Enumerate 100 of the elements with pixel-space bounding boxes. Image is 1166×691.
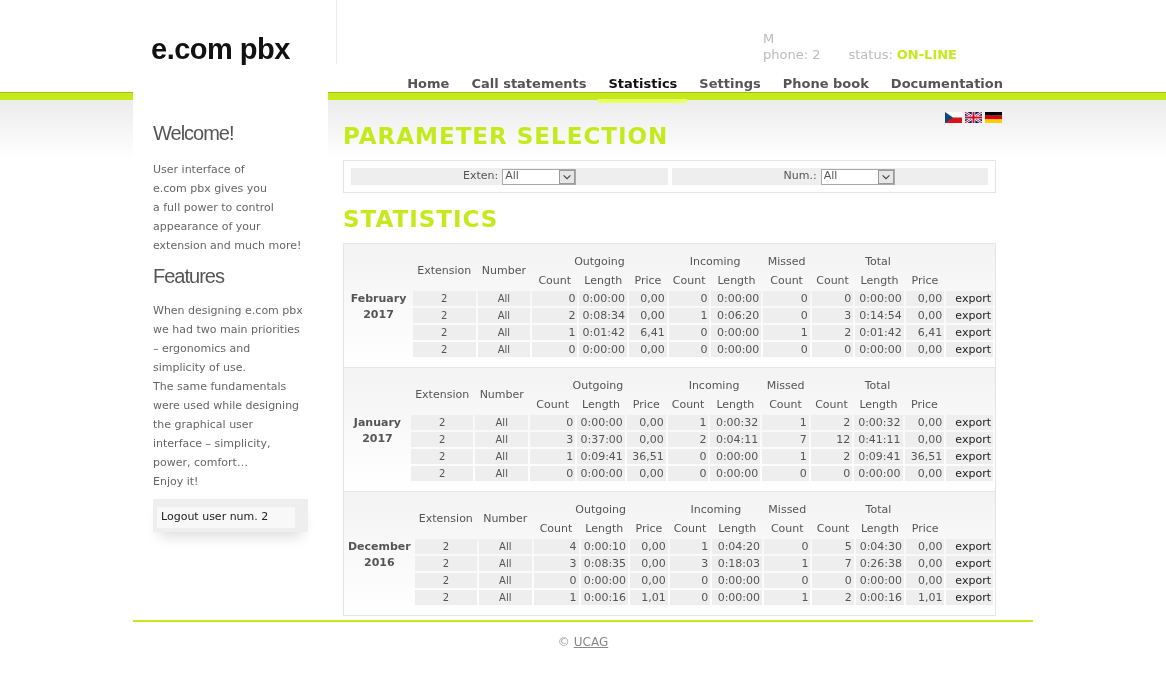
table-cell: 2 (414, 539, 478, 554)
table-cell: 3 (669, 556, 711, 571)
column-header: Count (672, 273, 706, 287)
section-heading: STATISTICS (343, 205, 500, 233)
copyright-symbol: © (557, 634, 570, 651)
table-cell: 6,41 (629, 325, 667, 340)
table-cell: 0:00:00 (855, 291, 904, 306)
column-group-header: Total (865, 503, 892, 516)
table-cell: 0:09:41 (854, 449, 903, 464)
table-cell: 0:00:00 (712, 573, 763, 588)
table-cell: 0,00 (629, 342, 667, 357)
filter-select[interactable]: All (502, 168, 577, 185)
column-header: Price (634, 273, 662, 287)
table-cell: All (477, 342, 531, 357)
table-cell: 6,41 (905, 325, 945, 340)
filter-label: Num.: (783, 168, 817, 185)
table-cell: 0:00:00 (711, 325, 762, 340)
nav-tab[interactable]: Phone book (782, 76, 869, 91)
table-cell: 0:00:00 (579, 291, 627, 306)
column-header: Extension (415, 388, 470, 402)
table-cell: 0 (763, 291, 810, 306)
table-cell: 0:00:16 (580, 590, 629, 605)
nav-tab[interactable]: Statistics (608, 76, 678, 91)
table-cell: 0:00:16 (855, 590, 905, 605)
nav-tab[interactable]: Documentation (890, 76, 1003, 91)
table-cell: 1 (530, 449, 576, 464)
nav-tab[interactable]: Settings (699, 76, 761, 91)
column-header: Length (584, 273, 623, 287)
table-cell: 0 (667, 449, 709, 464)
column-header: Count (770, 521, 804, 535)
table-cell: All (479, 539, 532, 554)
uk-flag-icon[interactable] (965, 112, 982, 123)
filter-label: Exten: (463, 168, 499, 185)
nav-tab[interactable]: Call statements (471, 76, 587, 91)
footer-link[interactable]: UCAG (573, 633, 609, 651)
column-header: Price (911, 521, 939, 535)
table-cell: 0:00:00 (854, 466, 903, 481)
table-cell: All (475, 466, 528, 481)
table-cell: 0,00 (630, 573, 668, 588)
table-cell: 0 (762, 466, 809, 481)
table-cell: 12 (810, 432, 853, 447)
table-cell: 0 (532, 342, 578, 357)
table-cell: 1 (764, 556, 811, 571)
table-cell: 2 (413, 342, 476, 357)
period-label: February 2017 (349, 291, 408, 323)
column-group-header: Outgoing (572, 379, 624, 392)
czech-flag-icon[interactable] (945, 112, 962, 123)
table-cell: 0 (668, 325, 710, 340)
column-header: Number (483, 512, 528, 526)
column-header: Length (859, 397, 898, 411)
nav-tab[interactable]: Home (407, 76, 450, 91)
table-cell: 0:00:00 (579, 342, 627, 357)
table-cell: 0,00 (626, 415, 666, 430)
table-cell: 1 (667, 415, 709, 430)
logo: e.com pbx (151, 33, 290, 65)
table-cell: 0 (667, 466, 709, 481)
table-cell: 0:08:34 (579, 308, 627, 323)
table-cell: 0,00 (906, 539, 945, 554)
table-cell: 0,00 (626, 466, 666, 481)
table-cell: 0:00:00 (855, 573, 905, 588)
table-cell: All (475, 432, 528, 447)
table-cell: 0:14:54 (855, 308, 904, 323)
table-cell: 7 (812, 556, 854, 571)
column-group-header: Total (864, 379, 891, 392)
table-cell: 1 (669, 539, 711, 554)
table-cell: 0:01:42 (579, 325, 627, 340)
column-header: Count (538, 273, 572, 287)
table-cell: 2 (532, 308, 578, 323)
table-cell: 0:00:00 (577, 415, 625, 430)
german-flag-icon[interactable] (985, 112, 1002, 123)
period-label: December 2016 (346, 539, 412, 571)
column-group-header: Outgoing (574, 255, 625, 268)
table-cell: 2 (811, 325, 854, 340)
column-header: Length (716, 397, 755, 411)
column-header: Count (673, 521, 707, 535)
table-cell: 0,00 (904, 432, 945, 447)
column-group-header: Incoming (690, 503, 742, 516)
column-header: Price (911, 273, 939, 287)
table-cell: 2 (410, 415, 474, 430)
column-header: Count (816, 521, 850, 535)
column-header: Count (671, 397, 705, 411)
table-cell: 0:37:00 (577, 432, 625, 447)
table-cell: 0 (532, 291, 578, 306)
column-header: Price (632, 397, 660, 411)
table-cell: 0 (763, 342, 810, 357)
table-cell: 0,00 (629, 308, 667, 323)
filter-select[interactable]: All (820, 168, 895, 185)
table-cell: 0:00:00 (710, 466, 761, 481)
column-header: Length (585, 521, 624, 535)
table-cell: 0,00 (905, 291, 945, 306)
logout-button[interactable]: Logout user num. 2 (157, 507, 295, 528)
table-cell: 0:26:38 (855, 556, 905, 571)
table-cell: 0:00:00 (577, 466, 625, 481)
table-cell: All (477, 308, 531, 323)
column-header: Extension (417, 264, 472, 278)
table-cell: 0,00 (629, 291, 667, 306)
table-cell: 36,51 (904, 449, 945, 464)
table-cell: 0 (812, 573, 854, 588)
table-cell: 0:00:00 (855, 342, 904, 357)
table-cell: 0 (530, 466, 576, 481)
